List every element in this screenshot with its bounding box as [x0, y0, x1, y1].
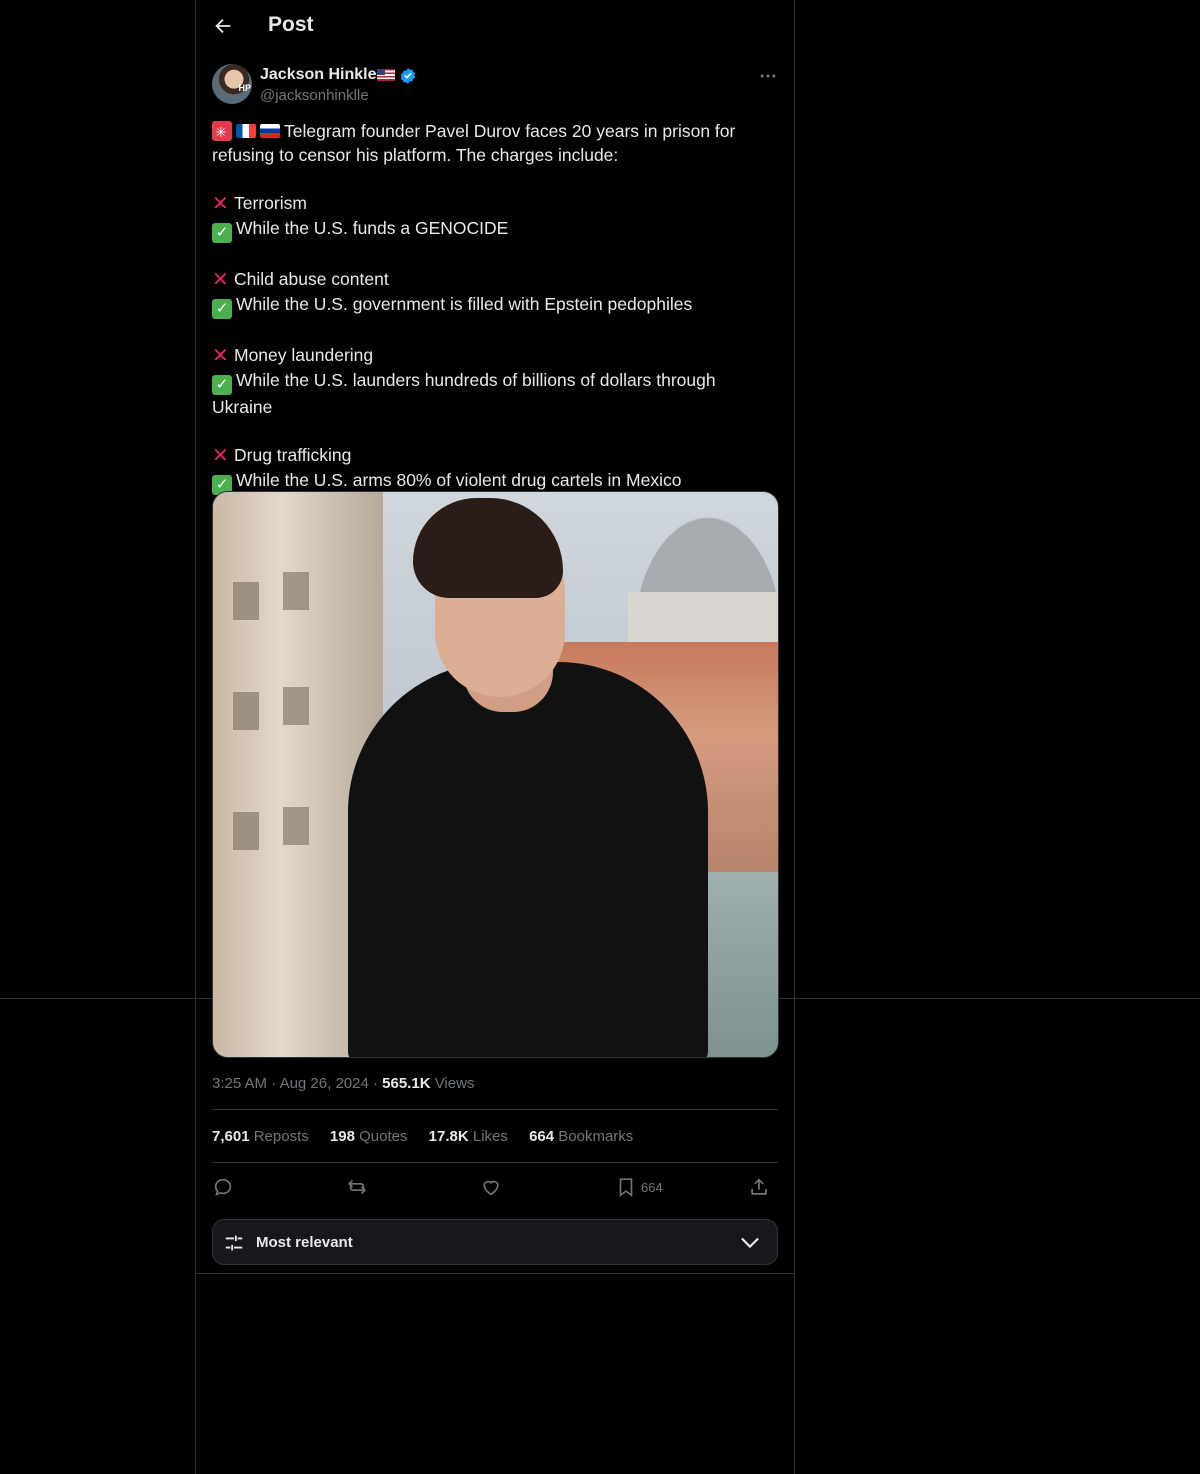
share-icon	[751, 1178, 767, 1195]
author-name[interactable]: Jackson Hinkle	[260, 66, 377, 84]
sort-label: Most relevant	[256, 1234, 353, 1251]
us-flag-icon	[377, 69, 395, 81]
tweet-intro: Telegram founder Pavel Durov faces 20 ye…	[212, 121, 741, 165]
divider	[212, 1162, 778, 1163]
response-item: While the U.S. funds a GENOCIDE	[236, 218, 509, 238]
sort-replies-dropdown[interactable]: Most relevant	[212, 1219, 778, 1265]
france-flag-icon	[236, 124, 256, 138]
quotes-stat[interactable]: 198 Quotes	[330, 1128, 408, 1145]
response-item: While the U.S. government is filled with…	[236, 294, 693, 314]
views-count: 565.1K	[382, 1075, 431, 1092]
back-arrow-icon[interactable]	[212, 15, 234, 37]
more-options-icon[interactable]	[758, 66, 778, 86]
photo-person-hair	[413, 498, 563, 598]
reply-icon	[214, 1178, 232, 1196]
likes-label: Likes	[472, 1128, 508, 1145]
check-mark-icon: ✓	[212, 299, 232, 319]
charge-item: Money laundering	[234, 345, 374, 365]
tweet-meta: 3:25 AM · Aug 26, 2024 · 565.1K Views	[212, 1075, 475, 1092]
avatar[interactable]: HP	[212, 64, 252, 104]
bookmark-button[interactable]: 664	[615, 1175, 663, 1199]
tweet-text: Telegram founder Pavel Durov faces 20 ye…	[212, 119, 778, 495]
verified-badge-icon	[400, 68, 416, 84]
heart-icon	[483, 1180, 499, 1196]
siren-emoji-icon	[212, 120, 232, 144]
charge-item: Drug trafficking	[234, 445, 352, 465]
russia-flag-icon	[260, 124, 280, 138]
photo-person-body	[348, 662, 708, 1057]
likes-stat[interactable]: 17.8K Likes	[429, 1128, 508, 1145]
response-item: While the U.S. launders hundreds of bill…	[212, 370, 721, 417]
quotes-count: 198	[329, 1128, 355, 1145]
chevron-down-icon	[741, 1237, 759, 1249]
reply-button[interactable]	[212, 1175, 234, 1199]
like-button[interactable]	[480, 1175, 502, 1199]
check-mark-icon: ✓	[212, 223, 232, 243]
cross-mark-icon: ✕	[212, 445, 229, 467]
stats-row: 7,601 Reposts 198 Quotes 17.8K Likes 664…	[212, 1128, 650, 1145]
repost-icon	[348, 1179, 366, 1195]
likes-count: 17.8K	[428, 1128, 469, 1145]
views-label: Views	[434, 1075, 475, 1092]
charge-item: Child abuse content	[234, 269, 389, 289]
post-column: Post HP Jackson Hinkle @jacksonhinklle T…	[195, 0, 795, 1474]
divider	[212, 1109, 778, 1110]
header: Post	[196, 0, 794, 53]
check-mark-icon: ✓	[212, 375, 232, 395]
cross-mark-icon: ✕	[212, 269, 229, 291]
charge-item: Terrorism	[234, 193, 307, 213]
bookmark-icon	[619, 1178, 633, 1197]
section-divider	[196, 1273, 794, 1274]
bookmark-count: 664	[641, 1179, 663, 1195]
tweet-photo[interactable]	[212, 491, 779, 1058]
reposts-stat[interactable]: 7,601 Reposts	[212, 1128, 309, 1145]
reposts-label: Reposts	[253, 1128, 309, 1145]
repost-button[interactable]	[346, 1175, 368, 1199]
reposts-count: 7,601	[212, 1128, 250, 1145]
share-button[interactable]	[748, 1175, 770, 1199]
author-handle[interactable]: @jacksonhinklle	[260, 87, 369, 104]
cross-mark-icon: ✕	[212, 345, 229, 367]
avatar-tag: HP	[238, 83, 251, 93]
sliders-icon	[225, 1235, 243, 1251]
quotes-label: Quotes	[359, 1128, 408, 1145]
bookmarks-count: 664	[529, 1128, 555, 1145]
page-title: Post	[268, 13, 314, 36]
tweet-date[interactable]: Aug 26, 2024	[280, 1075, 369, 1092]
bookmarks-stat[interactable]: 664 Bookmarks	[529, 1128, 633, 1145]
author-row: HP Jackson Hinkle @jacksonhinklle	[212, 64, 778, 108]
bookmarks-label: Bookmarks	[558, 1128, 634, 1145]
response-item: While the U.S. arms 80% of violent drug …	[236, 470, 682, 490]
cross-mark-icon: ✕	[212, 193, 229, 215]
action-bar: 664	[212, 1175, 778, 1201]
tweet-time[interactable]: 3:25 AM	[212, 1075, 267, 1092]
